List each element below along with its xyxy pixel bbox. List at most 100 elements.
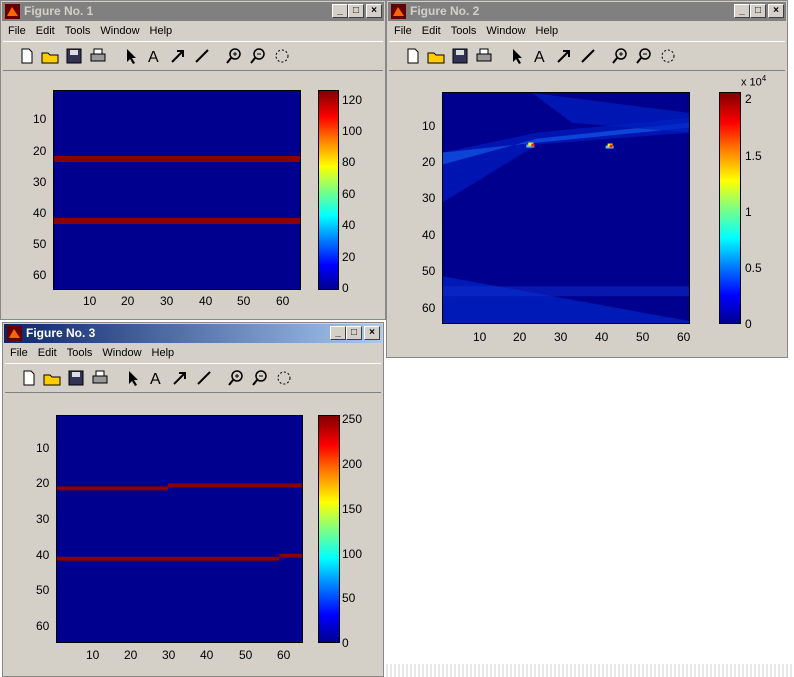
line-segment bbox=[279, 553, 302, 558]
new-file-icon[interactable] bbox=[17, 46, 37, 66]
y-tick: 60 bbox=[422, 301, 436, 315]
svg-text:A: A bbox=[534, 49, 545, 66]
menu-window[interactable]: Window bbox=[95, 22, 144, 40]
zoom-out-icon[interactable] bbox=[634, 46, 654, 66]
save-icon[interactable] bbox=[450, 46, 470, 66]
rotate-icon[interactable] bbox=[658, 46, 678, 66]
text-tool-icon[interactable]: A bbox=[146, 368, 166, 388]
arrow-tool-icon[interactable] bbox=[168, 46, 188, 66]
x-tick: 40 bbox=[200, 648, 214, 662]
menu-tools[interactable]: Tools bbox=[62, 344, 98, 362]
window-title: Figure No. 2 bbox=[410, 4, 480, 18]
menu-window[interactable]: Window bbox=[97, 344, 146, 362]
line-segment bbox=[168, 483, 302, 488]
maximize-button[interactable]: □ bbox=[750, 4, 766, 18]
line-tool-icon[interactable] bbox=[192, 46, 212, 66]
menu-tools[interactable]: Tools bbox=[60, 22, 96, 40]
save-icon[interactable] bbox=[66, 368, 86, 388]
text-tool-icon[interactable]: A bbox=[144, 46, 164, 66]
y-tick: 30 bbox=[36, 512, 50, 526]
y-tick: 10 bbox=[422, 119, 436, 133]
zoom-in-icon[interactable] bbox=[226, 368, 246, 388]
colorbar bbox=[719, 92, 741, 324]
x-tick: 20 bbox=[513, 330, 527, 344]
open-folder-icon[interactable] bbox=[42, 368, 62, 388]
colorbar-tick: 80 bbox=[342, 155, 356, 169]
minimize-button[interactable]: _ bbox=[330, 326, 346, 340]
close-button[interactable]: × bbox=[364, 326, 380, 340]
line-segment bbox=[57, 556, 280, 561]
new-file-icon[interactable] bbox=[403, 46, 423, 66]
menu-edit[interactable]: Edit bbox=[33, 344, 62, 362]
menu-edit[interactable]: Edit bbox=[417, 22, 446, 40]
print-icon[interactable] bbox=[88, 46, 108, 66]
title-bar[interactable]: Figure No. 2 _ □ × bbox=[388, 2, 786, 21]
svg-text:A: A bbox=[148, 49, 159, 66]
x-tick: 30 bbox=[554, 330, 568, 344]
y-tick: 60 bbox=[33, 268, 47, 282]
new-file-icon[interactable] bbox=[19, 368, 39, 388]
zoom-in-icon[interactable] bbox=[610, 46, 630, 66]
image-axes[interactable] bbox=[53, 90, 301, 290]
minimize-button[interactable]: _ bbox=[734, 4, 750, 18]
x-tick: 20 bbox=[121, 294, 135, 308]
pointer-icon[interactable] bbox=[121, 46, 141, 66]
save-icon[interactable] bbox=[64, 46, 84, 66]
print-icon[interactable] bbox=[474, 46, 494, 66]
menu-bar: File Edit Tools Window Help bbox=[389, 22, 563, 40]
toolbar: A bbox=[5, 363, 381, 393]
x-tick: 50 bbox=[239, 648, 253, 662]
minimize-button[interactable]: _ bbox=[332, 4, 348, 18]
x-tick: 40 bbox=[199, 294, 213, 308]
close-button[interactable]: × bbox=[768, 4, 784, 18]
x-tick: 50 bbox=[237, 294, 251, 308]
image-axes[interactable] bbox=[442, 92, 690, 324]
x-tick: 30 bbox=[162, 648, 176, 662]
menu-bar: File Edit Tools Window Help bbox=[3, 22, 177, 40]
menu-tools[interactable]: Tools bbox=[446, 22, 482, 40]
maximize-button[interactable]: □ bbox=[348, 4, 364, 18]
menu-help[interactable]: Help bbox=[531, 22, 564, 40]
menu-help[interactable]: Help bbox=[147, 344, 180, 362]
pointer-icon[interactable] bbox=[507, 46, 527, 66]
menu-edit[interactable]: Edit bbox=[31, 22, 60, 40]
colorbar-tick: 1 bbox=[745, 205, 752, 219]
close-button[interactable]: × bbox=[366, 4, 382, 18]
zoom-out-icon[interactable] bbox=[248, 46, 268, 66]
open-folder-icon[interactable] bbox=[40, 46, 60, 66]
menu-bar: File Edit Tools Window Help bbox=[5, 344, 179, 362]
y-tick: 50 bbox=[36, 583, 50, 597]
title-bar[interactable]: Figure No. 1 _ □ × bbox=[2, 2, 384, 21]
y-tick: 10 bbox=[36, 441, 50, 455]
menu-file[interactable]: File bbox=[3, 22, 31, 40]
line-tool-icon[interactable] bbox=[194, 368, 214, 388]
y-tick: 10 bbox=[33, 112, 47, 126]
print-icon[interactable] bbox=[90, 368, 110, 388]
figure-window-2: Figure No. 2 _ □ × File Edit Tools Windo… bbox=[386, 0, 788, 358]
colorbar-tick: 0 bbox=[745, 317, 752, 331]
rotate-icon[interactable] bbox=[272, 46, 292, 66]
menu-help[interactable]: Help bbox=[145, 22, 178, 40]
x-tick: 60 bbox=[677, 330, 691, 344]
open-folder-icon[interactable] bbox=[426, 46, 446, 66]
arrow-tool-icon[interactable] bbox=[554, 46, 574, 66]
colorbar-tick: 200 bbox=[342, 457, 363, 471]
pointer-icon[interactable] bbox=[123, 368, 143, 388]
menu-file[interactable]: File bbox=[389, 22, 417, 40]
zoom-out-icon[interactable] bbox=[250, 368, 270, 388]
matlab-logo-icon bbox=[7, 326, 22, 341]
text-tool-icon[interactable]: A bbox=[530, 46, 550, 66]
title-bar[interactable]: Figure No. 3 _ □ × bbox=[4, 324, 382, 343]
svg-text:A: A bbox=[150, 371, 161, 388]
menu-window[interactable]: Window bbox=[481, 22, 530, 40]
zoom-in-icon[interactable] bbox=[224, 46, 244, 66]
rotate-icon[interactable] bbox=[274, 368, 294, 388]
y-tick: 20 bbox=[422, 155, 436, 169]
menu-file[interactable]: File bbox=[5, 344, 33, 362]
maximize-button[interactable]: □ bbox=[346, 326, 362, 340]
arrow-tool-icon[interactable] bbox=[170, 368, 190, 388]
line-tool-icon[interactable] bbox=[578, 46, 598, 66]
colorbar-tick: 2 bbox=[745, 92, 752, 106]
matlab-logo-icon bbox=[391, 4, 406, 19]
image-axes[interactable] bbox=[56, 415, 303, 643]
